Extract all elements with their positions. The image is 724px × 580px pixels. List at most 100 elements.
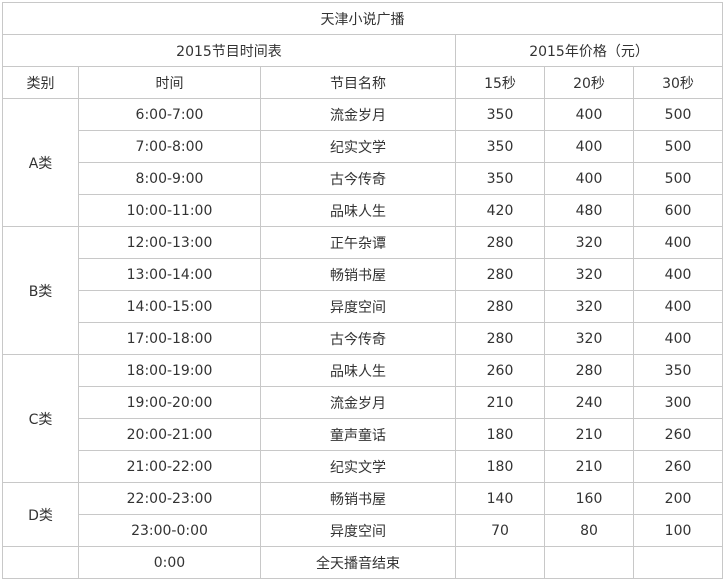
table-row: D类 22:00-23:00 畅销书屋 140 160 200 bbox=[2, 482, 724, 547]
time-cell: 7:00-8:00 bbox=[78, 130, 261, 163]
price-20s-cell: 320 bbox=[544, 322, 634, 355]
price-20s-cell: 400 bbox=[544, 162, 634, 195]
price-15s-cell: 420 bbox=[455, 194, 545, 227]
price-20s-cell: 240 bbox=[544, 386, 634, 419]
program-cell: 童声童话 bbox=[260, 418, 456, 451]
time-cell: 21:00-22:00 bbox=[78, 450, 261, 483]
price-30s-cell: 400 bbox=[632, 290, 724, 323]
price-30s-cell: 500 bbox=[632, 162, 724, 195]
table-row: 19:00-20:00 流金岁月 210 240 300 bbox=[3, 386, 724, 419]
table-row: 10:00-11:00 品味人生 420 480 600 bbox=[3, 194, 724, 227]
time-cell: 14:00-15:00 bbox=[78, 290, 261, 323]
price-30s-cell: 600 bbox=[632, 194, 724, 227]
price-15s-cell: 280 bbox=[455, 226, 545, 259]
footer-row: 0:00 全天播音结束 bbox=[2, 546, 724, 579]
price-20s-cell: 320 bbox=[544, 290, 634, 323]
section-header-row: 2015节目时间表 2015年价格（元） bbox=[2, 34, 724, 67]
table-row: 7:00-8:00 纪实文学 350 400 500 bbox=[3, 130, 724, 163]
time-cell: 23:00-0:00 bbox=[78, 514, 261, 547]
table-row: 21:00-22:00 纪实文学 180 210 260 bbox=[3, 450, 724, 483]
time-cell: 10:00-11:00 bbox=[78, 194, 261, 227]
column-header-20s: 20秒 bbox=[544, 66, 634, 99]
price-30s-cell: 500 bbox=[632, 130, 724, 163]
price-30s-cell: 200 bbox=[632, 482, 724, 515]
price-30s-cell: 500 bbox=[632, 98, 724, 131]
column-header-program: 节目名称 bbox=[260, 66, 456, 99]
column-header-row: 类别 时间 节目名称 15秒 20秒 30秒 bbox=[2, 66, 724, 99]
category-cell: C类 bbox=[2, 354, 79, 483]
price-15s-cell: 280 bbox=[455, 290, 545, 323]
price-15s-cell: 280 bbox=[455, 258, 545, 291]
price-15s-cell: 350 bbox=[455, 162, 545, 195]
category-cell: B类 bbox=[2, 226, 79, 355]
price-15s-cell: 350 bbox=[455, 130, 545, 163]
program-cell: 异度空间 bbox=[260, 290, 456, 323]
price-15s-cell: 180 bbox=[455, 450, 545, 483]
price-15s-cell: 260 bbox=[455, 354, 545, 387]
title-row: 天津小说广播 bbox=[1, 2, 724, 35]
time-cell: 18:00-19:00 bbox=[78, 354, 261, 387]
price-15s-cell: 140 bbox=[455, 482, 545, 515]
table-title: 天津小说广播 bbox=[1, 2, 724, 35]
time-cell: 6:00-7:00 bbox=[78, 98, 261, 131]
empty-cell bbox=[544, 546, 634, 579]
time-cell: 13:00-14:00 bbox=[78, 258, 261, 291]
price-header: 2015年价格（元） bbox=[454, 34, 724, 67]
column-header-30s: 30秒 bbox=[632, 66, 724, 99]
price-30s-cell: 400 bbox=[632, 258, 724, 291]
price-20s-cell: 210 bbox=[544, 450, 634, 483]
column-header-time: 时间 bbox=[78, 66, 261, 99]
table-row: C类 18:00-19:00 品味人生 260 280 350 bbox=[2, 354, 724, 483]
table-row: 14:00-15:00 异度空间 280 320 400 bbox=[3, 290, 724, 323]
empty-cell bbox=[2, 546, 79, 579]
price-20s-cell: 480 bbox=[544, 194, 634, 227]
table-row: 20:00-21:00 童声童话 180 210 260 bbox=[3, 418, 724, 451]
program-cell: 品味人生 bbox=[260, 354, 456, 387]
price-20s-cell: 400 bbox=[544, 98, 634, 131]
price-30s-cell: 100 bbox=[632, 514, 724, 547]
program-cell: 纪实文学 bbox=[260, 450, 456, 483]
table-row: 13:00-14:00 畅销书屋 280 320 400 bbox=[3, 258, 724, 291]
table-row: 8:00-9:00 古今传奇 350 400 500 bbox=[3, 162, 724, 195]
price-20s-cell: 400 bbox=[544, 130, 634, 163]
price-20s-cell: 320 bbox=[544, 226, 634, 259]
footer-program-cell: 全天播音结束 bbox=[260, 546, 456, 579]
schedule-header: 2015节目时间表 bbox=[2, 34, 456, 67]
time-cell: 17:00-18:00 bbox=[78, 322, 261, 355]
time-cell: 22:00-23:00 bbox=[78, 482, 261, 515]
program-cell: 畅销书屋 bbox=[260, 258, 456, 291]
price-20s-cell: 210 bbox=[544, 418, 634, 451]
time-cell: 8:00-9:00 bbox=[78, 162, 261, 195]
column-header-15s: 15秒 bbox=[455, 66, 545, 99]
price-30s-cell: 260 bbox=[632, 450, 724, 483]
program-cell: 品味人生 bbox=[260, 194, 456, 227]
table-row: A类 6:00-7:00 流金岁月 350 400 500 bbox=[2, 98, 724, 227]
price-15s-cell: 180 bbox=[455, 418, 545, 451]
price-20s-cell: 280 bbox=[544, 354, 634, 387]
program-cell: 古今传奇 bbox=[260, 162, 456, 195]
table-row: 17:00-18:00 古今传奇 280 320 400 bbox=[3, 322, 724, 355]
price-20s-cell: 80 bbox=[544, 514, 634, 547]
price-30s-cell: 300 bbox=[632, 386, 724, 419]
price-15s-cell: 210 bbox=[455, 386, 545, 419]
price-20s-cell: 160 bbox=[544, 482, 634, 515]
empty-cell bbox=[632, 546, 724, 579]
price-20s-cell: 320 bbox=[544, 258, 634, 291]
program-cell: 畅销书屋 bbox=[260, 482, 456, 515]
category-cell: A类 bbox=[2, 98, 79, 227]
table-row: 23:00-0:00 异度空间 70 80 100 bbox=[3, 514, 724, 547]
column-header-category: 类别 bbox=[2, 66, 79, 99]
program-cell: 异度空间 bbox=[260, 514, 456, 547]
empty-cell bbox=[455, 546, 545, 579]
price-30s-cell: 260 bbox=[632, 418, 724, 451]
program-cell: 正午杂谭 bbox=[260, 226, 456, 259]
program-cell: 流金岁月 bbox=[260, 386, 456, 419]
time-cell: 20:00-21:00 bbox=[78, 418, 261, 451]
footer-time-cell: 0:00 bbox=[78, 546, 261, 579]
table-row: B类 12:00-13:00 正午杂谭 280 320 400 bbox=[2, 226, 724, 355]
price-15s-cell: 350 bbox=[455, 98, 545, 131]
program-cell: 古今传奇 bbox=[260, 322, 456, 355]
schedule-price-table: 天津小说广播 2015节目时间表 2015年价格（元） 类别 时间 节目名称 1… bbox=[1, 2, 724, 579]
time-cell: 12:00-13:00 bbox=[78, 226, 261, 259]
program-cell: 纪实文学 bbox=[260, 130, 456, 163]
